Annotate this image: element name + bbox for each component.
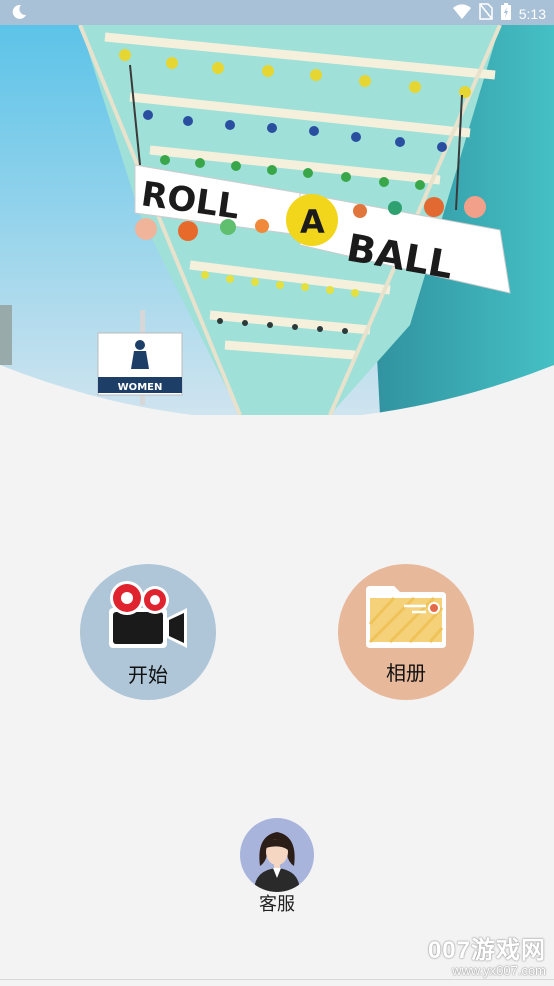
customer-service-label: 客服 bbox=[259, 894, 295, 914]
no-sim-icon bbox=[479, 3, 493, 25]
start-label: 开始 bbox=[128, 665, 168, 687]
customer-service-button[interactable] bbox=[240, 818, 314, 892]
sign-word-a: A bbox=[300, 203, 325, 241]
album-label: 相册 bbox=[386, 663, 426, 685]
album-button[interactable]: 相册 bbox=[338, 564, 474, 700]
video-camera-icon bbox=[105, 578, 191, 657]
status-bar: 5:13 bbox=[0, 0, 554, 25]
start-button[interactable]: 开始 bbox=[80, 564, 216, 700]
status-icons: 5:13 bbox=[452, 3, 546, 25]
watermark-sub: www.yx007.com bbox=[452, 963, 546, 978]
folder-icon bbox=[364, 584, 448, 655]
battery-icon bbox=[500, 3, 511, 25]
restroom-sign-text: WOMEN bbox=[118, 382, 163, 393]
bottom-divider bbox=[0, 979, 554, 980]
wifi-icon bbox=[452, 3, 471, 25]
watermark: 007游戏网 www.yx007.com bbox=[428, 930, 546, 978]
watermark-main: 007游戏网 bbox=[427, 937, 546, 964]
moon-icon bbox=[10, 3, 28, 26]
status-time: 5:13 bbox=[518, 6, 546, 22]
hero-banner-image: ROLL A BALL WOMEN bbox=[0, 25, 554, 415]
